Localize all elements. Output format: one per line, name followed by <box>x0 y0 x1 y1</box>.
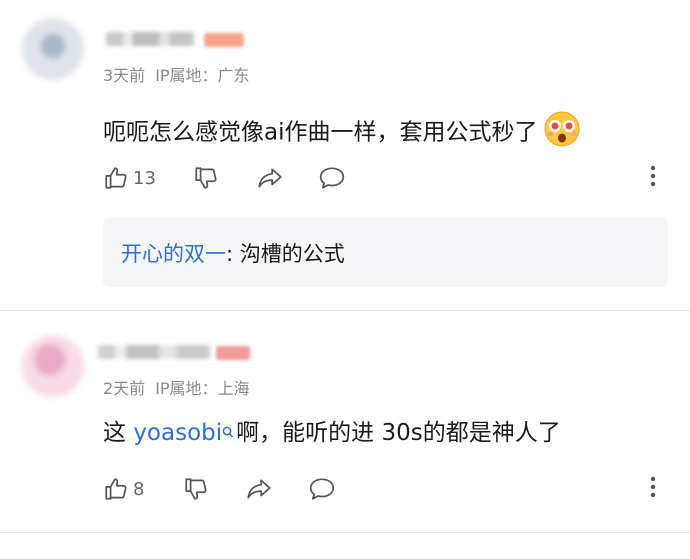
avatar[interactable] <box>22 335 84 397</box>
reply-author[interactable]: 开心的双一 <box>121 242 226 266</box>
vertical-dots-icon <box>650 165 656 191</box>
user-badge-blurred <box>204 33 244 47</box>
divider <box>0 532 690 533</box>
comment-text: 呃呃怎么感觉像ai作曲一样，套用公式秒了 <box>103 110 581 156</box>
reply-text: 沟槽的公式 <box>239 242 345 266</box>
more-options-button[interactable] <box>643 164 663 192</box>
comment-text-suffix: 啊，能听的进 30s的都是神人了 <box>236 420 561 446</box>
thumbs-down-icon <box>193 165 219 191</box>
vertical-dots-icon <box>650 476 656 502</box>
comment-meta: 2天前 IP属地：上海 <box>103 375 250 399</box>
share-button[interactable] <box>245 475 273 503</box>
thumbs-down-icon <box>183 476 209 502</box>
share-arrow-icon <box>245 476 273 502</box>
username-blurred[interactable] <box>98 345 210 359</box>
like-button[interactable]: 13 <box>103 164 156 192</box>
astonished-face-emoji <box>543 110 581 156</box>
more-options-button[interactable] <box>643 475 663 503</box>
share-arrow-icon <box>256 165 284 191</box>
comment-actions: 8 <box>103 475 663 503</box>
dislike-button[interactable] <box>183 475 209 503</box>
topic-text: yoasobi <box>133 420 223 446</box>
ip-location: IP属地：上海 <box>155 379 250 398</box>
comment-meta: 3天前 IP属地：广东 <box>103 62 250 86</box>
reply-preview[interactable]: 开心的双一: 沟槽的公式 <box>103 218 668 287</box>
comment-text: 这 yoasobi 啊，能听的进 30s的都是神人了 <box>103 418 561 448</box>
like-count: 13 <box>133 167 156 189</box>
like-button[interactable]: 8 <box>103 475 144 503</box>
comment-time: 2天前 <box>103 379 146 398</box>
comment-actions: 13 <box>103 164 663 192</box>
thumbs-up-icon <box>103 476 129 502</box>
reply-separator: : <box>226 242 240 266</box>
reply-button[interactable] <box>318 164 346 192</box>
comment-text-prefix: 这 <box>103 420 134 446</box>
comment-bubble-icon <box>318 165 346 191</box>
comment-text-body: 呃呃怎么感觉像ai作曲一样，套用公式秒了 <box>103 119 538 146</box>
avatar[interactable] <box>22 18 84 80</box>
reply-button[interactable] <box>308 475 336 503</box>
thumbs-up-icon <box>103 165 129 191</box>
comment-item: 3天前 IP属地：广东 呃呃怎么感觉像ai作曲一样，套用公式秒了 13 开心的双… <box>0 0 690 310</box>
share-button[interactable] <box>256 164 284 192</box>
dislike-button[interactable] <box>193 164 219 192</box>
reply-line: 开心的双一: 沟槽的公式 <box>121 238 345 268</box>
comment-bubble-icon <box>308 476 336 502</box>
username-blurred[interactable] <box>106 32 194 46</box>
ip-location: IP属地：广东 <box>155 66 250 85</box>
search-icon <box>222 418 234 448</box>
user-badge-blurred <box>216 346 250 360</box>
topic-link[interactable]: yoasobi <box>133 420 236 446</box>
like-count: 8 <box>133 478 145 500</box>
comment-item: 2天前 IP属地：上海 这 yoasobi 啊，能听的进 30s的都是神人了 8 <box>0 311 690 536</box>
comment-time: 3天前 <box>103 66 146 85</box>
